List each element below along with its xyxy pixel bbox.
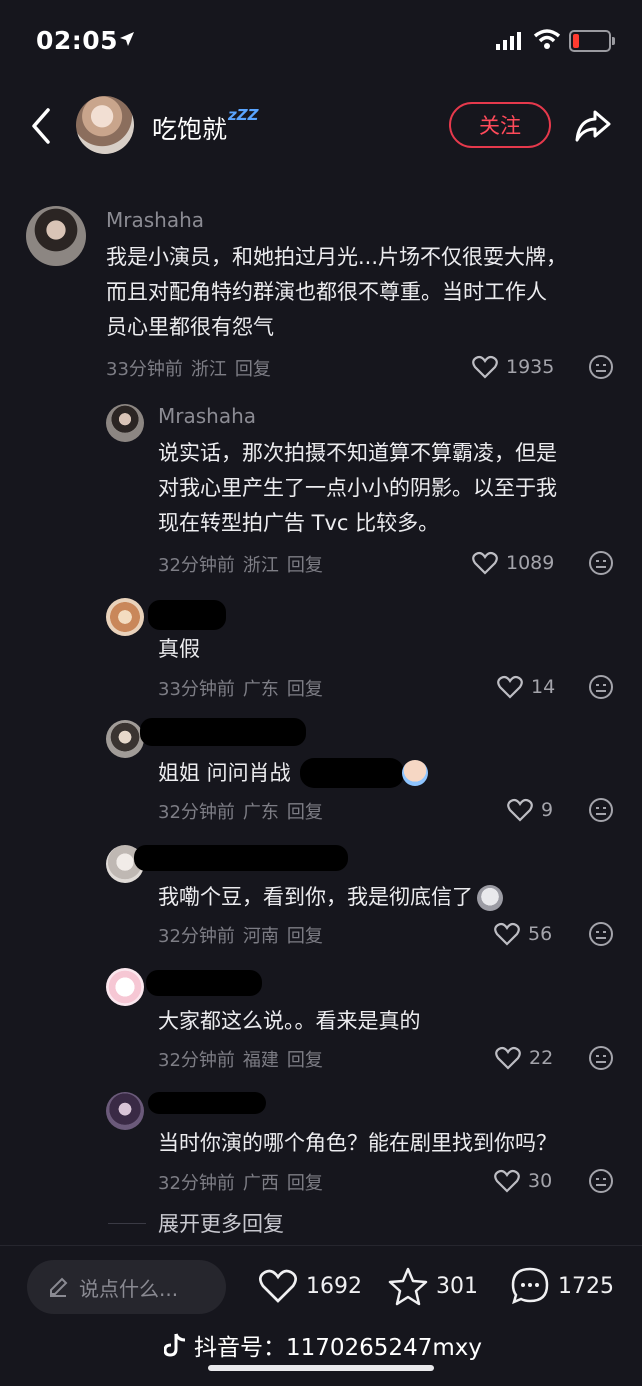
comment-bubble-icon [511, 1267, 549, 1305]
dislike-face-icon[interactable] [588, 1045, 614, 1071]
comment-meta: 33分钟前 浙江 回复 [106, 359, 271, 380]
comment-text: 说实话，那次拍摄不知道算不算霸凌，但是 对我心里产生了一点小小的阴影。以至于我 现在… [158, 441, 557, 535]
heart-icon [259, 1269, 297, 1303]
dislike-face-icon[interactable] [588, 354, 614, 380]
battery-icon [569, 30, 615, 52]
comment-input-placeholder: 说点什么... [79, 1276, 179, 1301]
sleeping-emoji: zZZ [228, 106, 259, 124]
like-button[interactable]: 1935 [472, 355, 554, 379]
commenter-avatar[interactable] [106, 598, 144, 636]
like-button[interactable]: 30 [494, 1169, 552, 1193]
home-indicator[interactable] [208, 1365, 434, 1371]
comment-meta: 32分钟前 浙江 回复 [158, 555, 323, 576]
heart-icon [507, 798, 533, 822]
share-arrow-icon[interactable] [573, 106, 613, 146]
reply-button[interactable]: 回复 [287, 555, 323, 576]
like-button[interactable]: 22 [495, 1046, 553, 1070]
heart-icon [472, 355, 498, 379]
redacted-username [146, 970, 262, 996]
redacted-username [134, 845, 348, 871]
comment-username[interactable]: Mrashaha [158, 404, 256, 428]
video-like-button[interactable]: 1692 [258, 1268, 362, 1304]
back-chevron-icon[interactable] [26, 106, 58, 146]
heart-icon [494, 1169, 520, 1193]
star-icon [388, 1267, 428, 1306]
navigation-arrow-icon [120, 32, 134, 46]
face-emoji-icon [477, 885, 503, 911]
comment-meta: 33分钟前 广东 回复 [158, 679, 323, 700]
comment-input[interactable]: 说点什么... [27, 1260, 226, 1314]
heart-icon [497, 675, 523, 699]
reply-button[interactable]: 回复 [287, 802, 323, 823]
reply-button[interactable]: 回复 [235, 359, 271, 380]
signal-icon [496, 32, 521, 50]
commenter-avatar[interactable] [106, 404, 144, 442]
redacted-username [148, 600, 226, 630]
like-button[interactable]: 9 [507, 798, 553, 822]
bottom-divider [0, 1245, 642, 1246]
dislike-face-icon[interactable] [588, 550, 614, 576]
author-name[interactable]: 吃饱就 [152, 110, 227, 146]
dislike-face-icon[interactable] [588, 921, 614, 947]
reply-button[interactable]: 回复 [287, 679, 323, 700]
heart-icon [472, 551, 498, 575]
heart-icon [494, 922, 520, 946]
wifi-icon [533, 29, 561, 49]
comment-text: 当时你演的哪个角色？能在剧里找到你吗？ [158, 1131, 557, 1155]
author-avatar[interactable] [76, 96, 134, 154]
douyin-watermark: 抖音号：1170265247mxy [164, 1328, 482, 1362]
reply-button[interactable]: 回复 [287, 926, 323, 947]
douyin-logo-icon [164, 1333, 186, 1357]
favorite-button[interactable]: 301 [388, 1266, 478, 1306]
comment-text: 大家都这么说。。看来是真的 [158, 1009, 421, 1033]
comment-text: 我嘞个豆，看到你，我是彻底信了 [158, 880, 503, 915]
comment-username[interactable]: Mrashaha [106, 208, 204, 232]
dislike-face-icon[interactable] [588, 1168, 614, 1194]
reply-button[interactable]: 回复 [287, 1173, 323, 1194]
reply-button[interactable]: 回复 [287, 1050, 323, 1071]
like-button[interactable]: 1089 [472, 551, 554, 575]
comment-meta: 32分钟前 福建 回复 [158, 1050, 323, 1071]
comments-button[interactable]: 1725 [510, 1266, 614, 1306]
commenter-avatar[interactable] [106, 1092, 144, 1130]
redacted-username [140, 718, 306, 746]
crying-emoji-icon [402, 760, 428, 786]
like-button[interactable]: 56 [494, 922, 552, 946]
comment-text: 我是小演员，和她拍过月光...片场不仅很耍大牌， 而且对配角特约群演也都很不尊重。… [106, 245, 568, 339]
commenter-avatar[interactable] [106, 968, 144, 1006]
dislike-face-icon[interactable] [588, 674, 614, 700]
redacted-text [300, 758, 404, 788]
comment-meta: 32分钟前 河南 回复 [158, 926, 323, 947]
comment-meta: 32分钟前 广西 回复 [158, 1173, 323, 1194]
expand-replies-button[interactable]: 展开更多回复 [158, 1208, 284, 1238]
pencil-icon [50, 1277, 68, 1297]
comment-text: 真假 [158, 637, 200, 661]
comment-text: 姐姐 问问肖战 [158, 761, 291, 785]
comment-meta: 32分钟前 广东 回复 [158, 802, 323, 823]
status-time: 02:05 [36, 26, 119, 55]
commenter-avatar[interactable] [26, 206, 86, 266]
redacted-username [148, 1092, 266, 1114]
heart-icon [495, 1046, 521, 1070]
dislike-face-icon[interactable] [588, 797, 614, 823]
like-button[interactable]: 14 [497, 675, 555, 699]
follow-button[interactable]: 关注 [449, 102, 551, 148]
expand-divider [108, 1223, 146, 1224]
commenter-avatar[interactable] [106, 720, 144, 758]
